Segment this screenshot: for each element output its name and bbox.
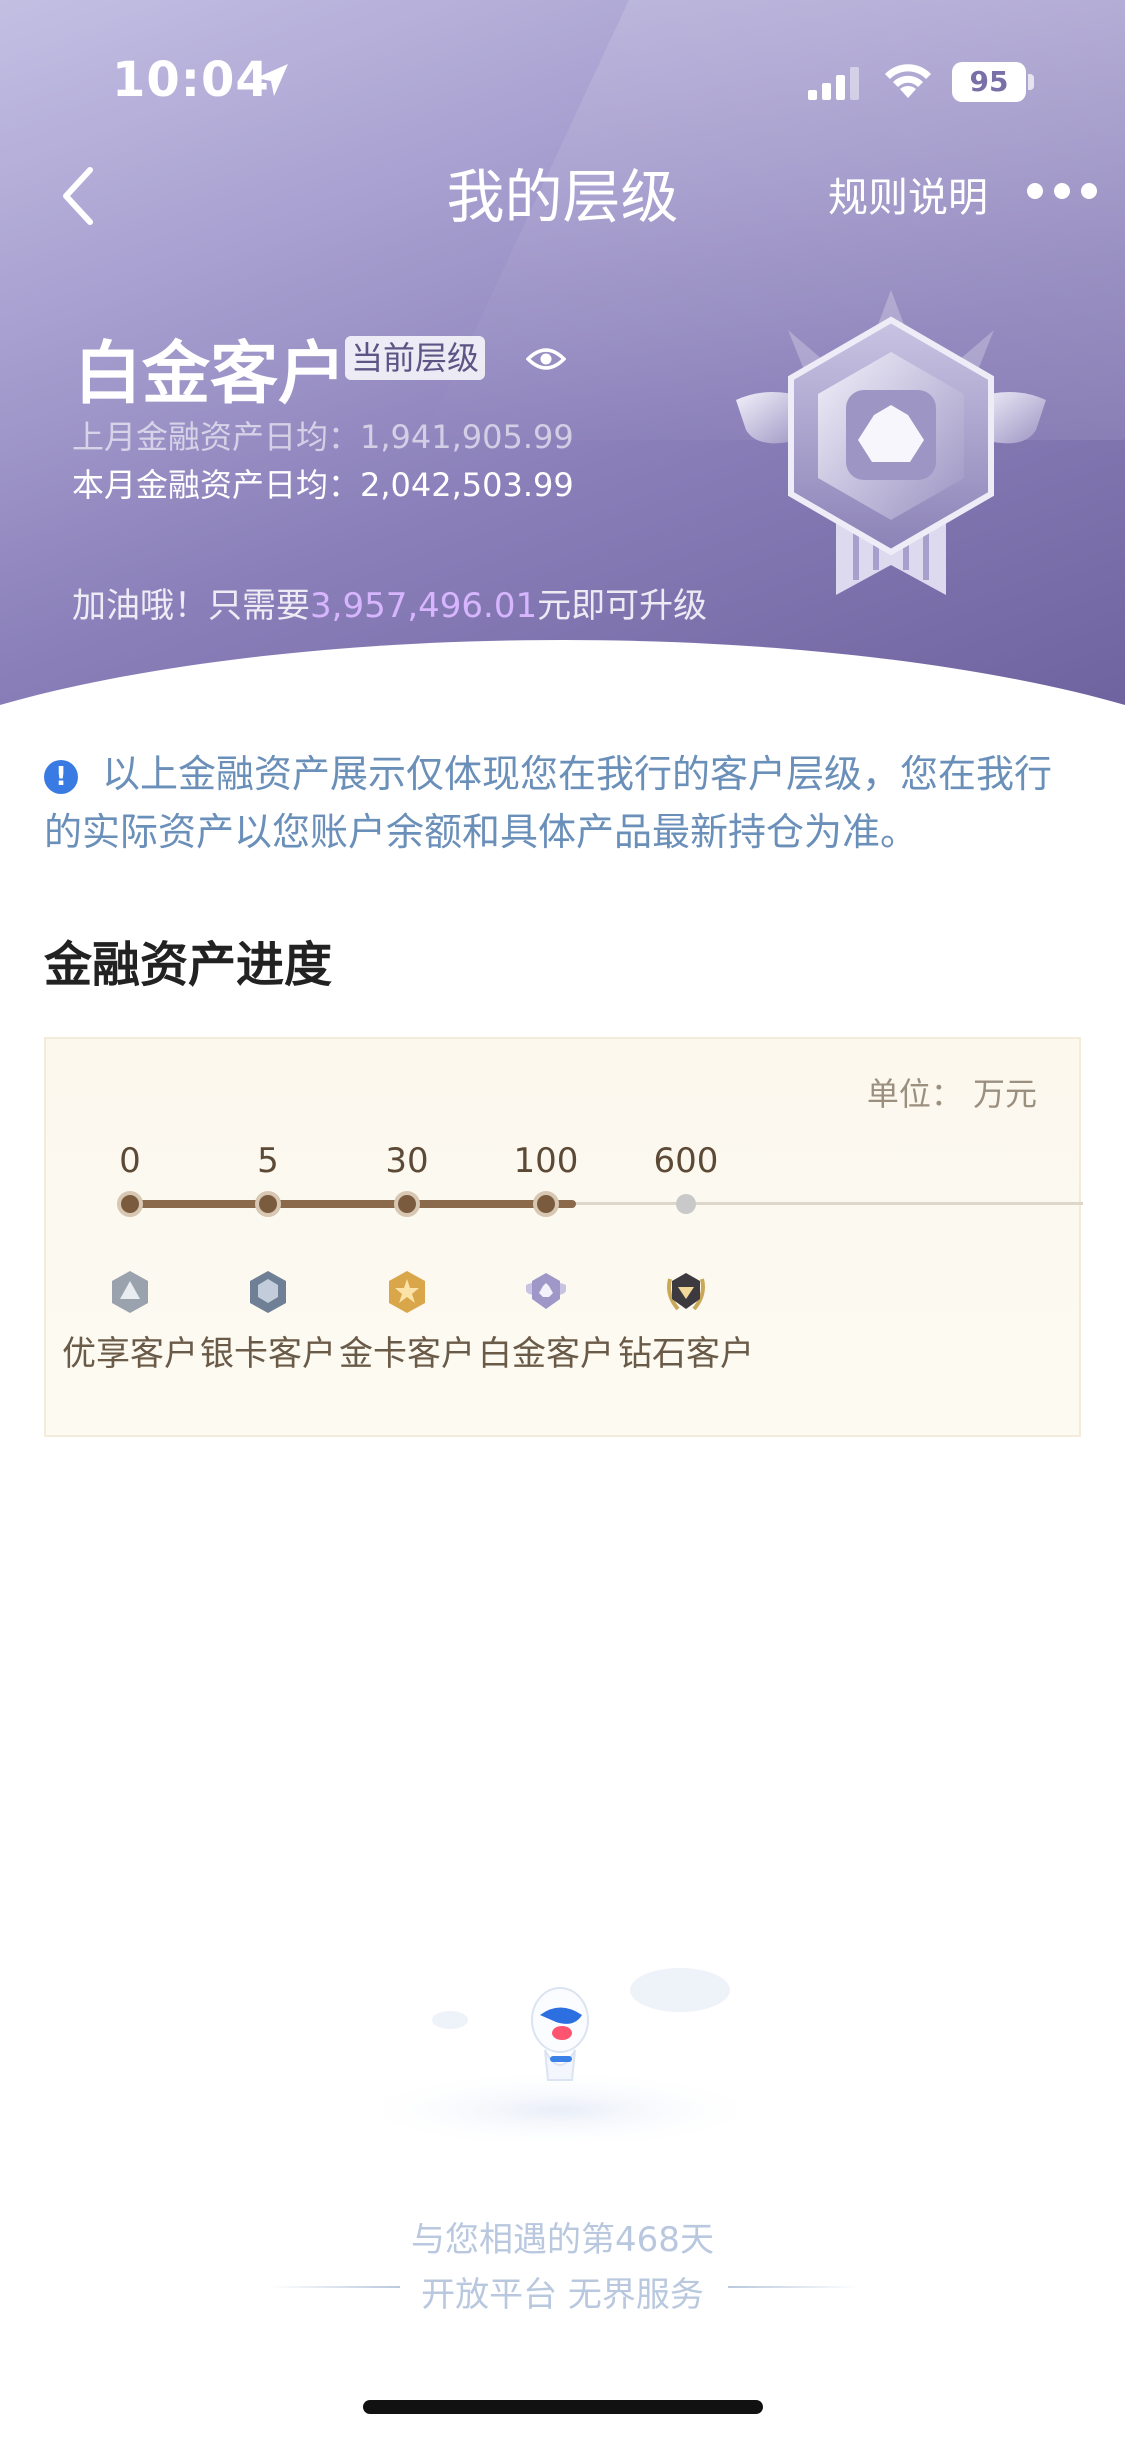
- asset-progress-card: 单位： 万元 0 优享客户 5 银卡客户 30 金卡客户 100 白金客户 600 钻石客户: [44, 1037, 1083, 1437]
- this-month-value: 2,042,503.99: [360, 466, 574, 504]
- level-name: 金卡客户: [339, 1334, 475, 1374]
- level-threshold: 0: [119, 1141, 141, 1181]
- level-threshold: 5: [257, 1141, 279, 1181]
- section-title: 金融资产进度: [44, 937, 333, 993]
- tier-name: 白金客户: [74, 335, 347, 414]
- battery-indicator: 95: [952, 62, 1026, 102]
- upgrade-hint: 加油哦！只需要3,957,496.01元即可升级: [72, 578, 707, 627]
- asset-notice: ! 以上金融资产展示仅体现您在我行的客户层级，您在我行的实际资产以您账户余额和具体…: [44, 745, 1084, 861]
- silver-shield-badge-icon: [250, 1271, 286, 1313]
- more-dots-icon[interactable]: [1026, 180, 1098, 202]
- platinum-medal-icon: [736, 290, 1046, 595]
- days-text: 与您相遇的第468天: [411, 2220, 714, 2260]
- level-name: 白金客户: [478, 1334, 614, 1374]
- status-time: 10:04: [112, 52, 270, 108]
- eye-icon[interactable]: [526, 344, 566, 374]
- level-dot: [533, 1191, 559, 1217]
- upgrade-suffix: 元即可升级: [537, 586, 708, 626]
- level-threshold: 100: [513, 1141, 579, 1181]
- info-icon: !: [44, 760, 78, 794]
- wifi-icon: [885, 64, 931, 98]
- notice-text: 以上金融资产展示仅体现您在我行的客户层级，您在我行的实际资产以您账户余额和具体产…: [44, 752, 1053, 854]
- unit-label: 单位： 万元: [866, 1075, 1037, 1113]
- this-month-asset: 本月金融资产日均：2,042,503.99: [72, 460, 574, 506]
- location-arrow-icon: [256, 64, 288, 96]
- level-dot: [394, 1191, 420, 1217]
- current-tier-badge: 当前层级: [345, 336, 486, 380]
- battery-tip: [1028, 74, 1034, 90]
- level-name: 银卡客户: [200, 1334, 336, 1374]
- upgrade-amount: 3,957,496.01: [310, 586, 538, 626]
- level-name: 优享客户: [62, 1334, 198, 1374]
- level-name: 钻石客户: [618, 1334, 754, 1374]
- silver-triangle-badge-icon: [112, 1271, 148, 1313]
- gold-star-badge-icon: [389, 1271, 425, 1313]
- last-month-value: 1,941,905.99: [360, 418, 574, 456]
- slogan: 开放平台 无界服务: [421, 2275, 704, 2315]
- level-threshold: 600: [653, 1141, 719, 1181]
- home-indicator: [363, 2400, 763, 2414]
- cellular-signal-icon: [808, 67, 859, 100]
- diamond-laurel-badge-icon: [667, 1273, 705, 1311]
- progress-fill: [130, 1200, 576, 1208]
- last-month-label: 上月金融资产日均：: [72, 418, 361, 456]
- upgrade-prefix: 加油哦！只需要: [72, 586, 310, 626]
- slogan-deco-right: [728, 2286, 858, 2288]
- level-threshold: 30: [385, 1141, 429, 1181]
- last-month-asset: 上月金融资产日均：1,941,905.99: [72, 412, 574, 458]
- this-month-label: 本月金融资产日均：: [72, 466, 361, 504]
- level-dot: [676, 1194, 696, 1214]
- level-dot: [255, 1191, 281, 1217]
- level-dot: [117, 1191, 143, 1217]
- rules-link[interactable]: 规则说明: [828, 165, 988, 223]
- mascot-illustration: [350, 1968, 770, 2140]
- platinum-winged-badge-icon: [526, 1273, 566, 1309]
